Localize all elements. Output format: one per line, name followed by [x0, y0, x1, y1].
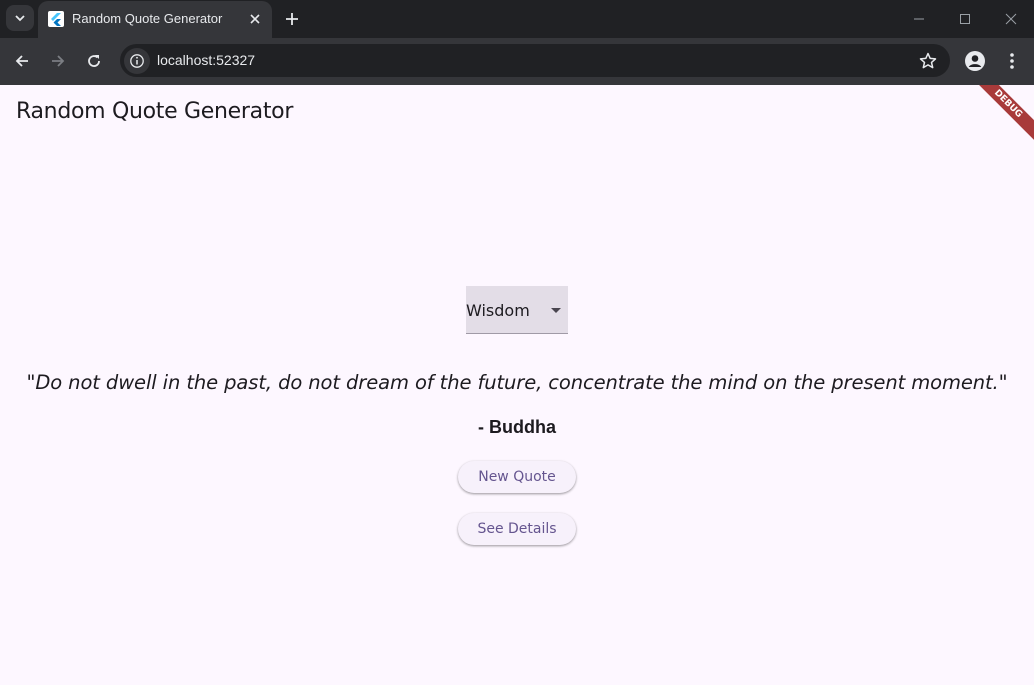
reload-icon — [88, 55, 100, 67]
bookmark-star-icon[interactable] — [918, 51, 938, 71]
close-icon — [1005, 13, 1017, 25]
back-button[interactable] — [11, 50, 33, 72]
debug-banner: DEBUG — [960, 85, 1034, 152]
reload-button[interactable] — [83, 50, 105, 72]
close-window-button[interactable] — [1000, 8, 1022, 30]
new-quote-button[interactable]: New Quote — [458, 461, 576, 493]
chevron-down-icon — [15, 15, 25, 22]
new-tab-icon[interactable] — [282, 9, 302, 29]
minimize-button[interactable] — [908, 8, 930, 30]
forward-button[interactable] — [47, 50, 69, 72]
browser-titlebar: Random Quote Generator — [0, 0, 1034, 38]
close-tab-icon[interactable] — [248, 12, 262, 26]
dropdown-arrow-icon — [551, 308, 561, 313]
app-bar-title: Random Quote Generator — [16, 99, 294, 124]
tab-search-button[interactable] — [6, 5, 34, 31]
category-dropdown[interactable]: Wisdom — [466, 286, 568, 334]
arrow-left-icon — [15, 55, 28, 67]
category-dropdown-value: Wisdom — [466, 301, 530, 320]
quote-author: - Buddha — [478, 417, 556, 437]
minimize-icon — [914, 18, 924, 20]
address-bar[interactable]: localhost:52327 — [120, 44, 950, 77]
more-vert-icon[interactable] — [1004, 50, 1020, 72]
url-text: localhost:52327 — [157, 52, 256, 68]
browser-tab[interactable]: Random Quote Generator — [38, 1, 272, 38]
maximize-button[interactable] — [954, 8, 976, 30]
maximize-icon — [960, 14, 970, 24]
tab-title: Random Quote Generator — [72, 11, 223, 26]
see-details-button[interactable]: See Details — [458, 513, 576, 545]
browser-toolbar: localhost:52327 — [0, 38, 1034, 85]
info-icon — [130, 54, 144, 68]
profile-icon[interactable] — [964, 50, 986, 72]
app-viewport: Random Quote Generator DEBUG Wisdom "Do … — [0, 85, 1034, 685]
site-info-button[interactable] — [124, 48, 150, 74]
flutter-favicon-icon — [48, 11, 64, 27]
arrow-right-icon — [52, 55, 65, 67]
quote-text: "Do not dwell in the past, do not dream … — [26, 371, 1008, 394]
